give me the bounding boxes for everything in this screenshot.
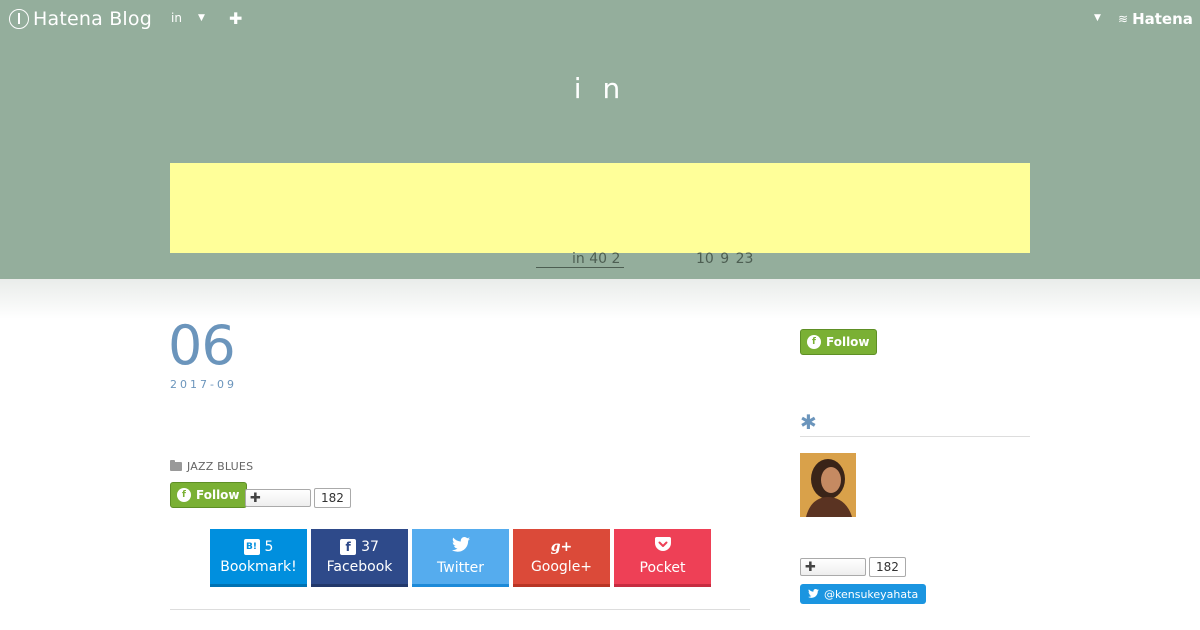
- share-label: Google+: [530, 558, 593, 575]
- share-count: 5: [264, 538, 274, 555]
- hatena-bookmark-counter[interactable]: ✚ 182: [245, 488, 351, 508]
- banner-caption: in 40 2: [536, 251, 625, 268]
- category-label: JAZZ BLUES: [187, 460, 254, 473]
- bookmark-count[interactable]: 182: [869, 557, 906, 577]
- share-label: Bookmark!: [220, 558, 297, 575]
- share-pocket-button[interactable]: Pocket: [614, 529, 711, 587]
- follow-icon: f: [807, 335, 821, 349]
- add-post-icon[interactable]: ✚: [229, 9, 242, 28]
- twitter-bird-icon: [451, 537, 470, 556]
- asterisk-icon: ✱: [800, 410, 817, 434]
- bookmark-add-button[interactable]: ✚: [245, 489, 311, 507]
- avatar[interactable]: [800, 453, 856, 517]
- twitter-handle: @kensukeyahata: [824, 587, 919, 601]
- follow-icon: f: [177, 488, 191, 502]
- hatena-wave-icon: ≋: [1118, 12, 1129, 26]
- sidebar-follow-button[interactable]: f Follow: [800, 329, 877, 355]
- pocket-icon: [654, 537, 671, 556]
- share-facebook-button[interactable]: f 37 Facebook: [311, 529, 408, 587]
- hatena-brand-name: Hatena: [1132, 10, 1193, 28]
- follow-button[interactable]: f Follow: [170, 482, 247, 508]
- logo-text: Hatena Blog: [33, 8, 152, 30]
- twitter-follow-button[interactable]: @kensukeyahata: [800, 584, 927, 604]
- share-label: Pocket: [639, 560, 686, 576]
- folder-icon: [170, 460, 182, 471]
- chevron-down-icon[interactable]: ▼: [198, 13, 205, 23]
- bookmark-add-button[interactable]: ✚: [800, 558, 866, 576]
- hatena-menu[interactable]: ≋ Hatena: [1118, 10, 1193, 28]
- google-plus-icon: g+: [550, 538, 573, 555]
- post-divider: [170, 609, 750, 610]
- chevron-down-icon[interactable]: ▼: [1094, 13, 1101, 23]
- bookmark-count[interactable]: 182: [314, 488, 351, 508]
- share-google-plus-button[interactable]: g+ Google+: [513, 529, 610, 587]
- blog-selector[interactable]: in: [171, 11, 182, 25]
- follow-label: Follow: [196, 488, 240, 502]
- share-twitter-button[interactable]: Twitter: [412, 529, 509, 587]
- share-label: Facebook: [326, 558, 393, 575]
- twitter-bird-icon: [808, 588, 819, 601]
- header-shadow: [0, 279, 1200, 319]
- banner-caption-date: 10 9 23: [696, 251, 754, 267]
- follow-label: Follow: [826, 335, 870, 349]
- plus-icon: ✚: [805, 559, 816, 575]
- share-buttons: B! 5 Bookmark! f 37 Facebook Twitter g+ …: [210, 529, 711, 587]
- facebook-icon: f: [340, 538, 357, 555]
- share-label: Twitter: [437, 560, 484, 576]
- post-day[interactable]: 06: [168, 314, 236, 377]
- hatena-blog-logo[interactable]: Hatena Blog: [9, 8, 152, 30]
- post-year-month[interactable]: 2017-09: [170, 378, 237, 391]
- hatena-bookmark-icon: B!: [243, 538, 260, 555]
- header-banner: [170, 163, 1030, 253]
- share-count: 37: [361, 538, 379, 555]
- blog-title[interactable]: i n: [0, 72, 1200, 105]
- hatena-pen-icon: [9, 9, 29, 29]
- sidebar-profile-heading: ✱: [800, 410, 1030, 437]
- sidebar-bookmark-counter[interactable]: ✚ 182: [800, 557, 906, 577]
- post-category[interactable]: JAZZ BLUES: [170, 460, 253, 473]
- share-hatena-bookmark-button[interactable]: B! 5 Bookmark!: [210, 529, 307, 587]
- plus-icon: ✚: [250, 490, 261, 506]
